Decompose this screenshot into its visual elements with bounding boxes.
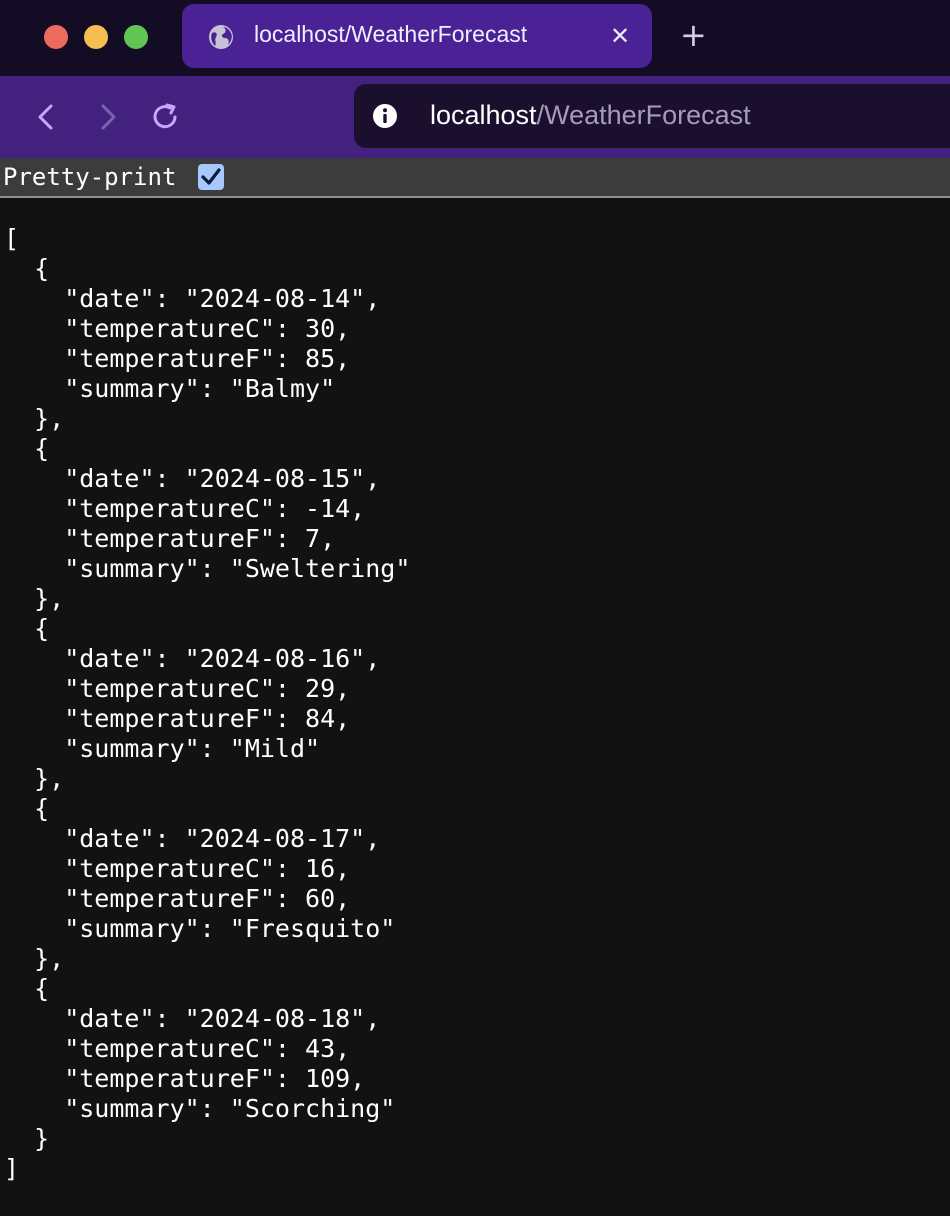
chevron-right-icon[interactable] (92, 102, 122, 132)
close-icon[interactable]: ✕ (608, 24, 632, 48)
url-path: /WeatherForecast (536, 100, 751, 130)
zoom-window-button[interactable] (124, 25, 148, 49)
chevron-left-icon[interactable] (32, 102, 62, 132)
tab-title: localhost/WeatherForecast (254, 21, 528, 47)
plus-icon[interactable]: + (680, 19, 707, 51)
pretty-print-label: Pretty-print (3, 163, 177, 191)
address-bar[interactable]: localhost/WeatherForecast (354, 84, 950, 148)
json-content: [ { "date": "2024-08-14", "temperatureC"… (4, 224, 411, 1183)
info-icon[interactable] (372, 103, 398, 129)
checkmark-icon (201, 168, 221, 185)
json-viewer-toolbar: Pretty-print (0, 158, 950, 198)
close-window-button[interactable] (44, 25, 68, 49)
url-host: localhost (430, 100, 537, 130)
navigation-toolbar: localhost/WeatherForecast (0, 76, 950, 158)
pretty-print-checkbox[interactable] (198, 164, 224, 190)
reload-icon[interactable] (150, 102, 180, 132)
active-tab[interactable]: localhost/WeatherForecast ✕ (182, 4, 652, 68)
globe-icon (209, 25, 233, 49)
tab-strip: localhost/WeatherForecast ✕ + (0, 0, 950, 76)
url-text: localhost/WeatherForecast (430, 100, 751, 131)
minimize-window-button[interactable] (84, 25, 108, 49)
